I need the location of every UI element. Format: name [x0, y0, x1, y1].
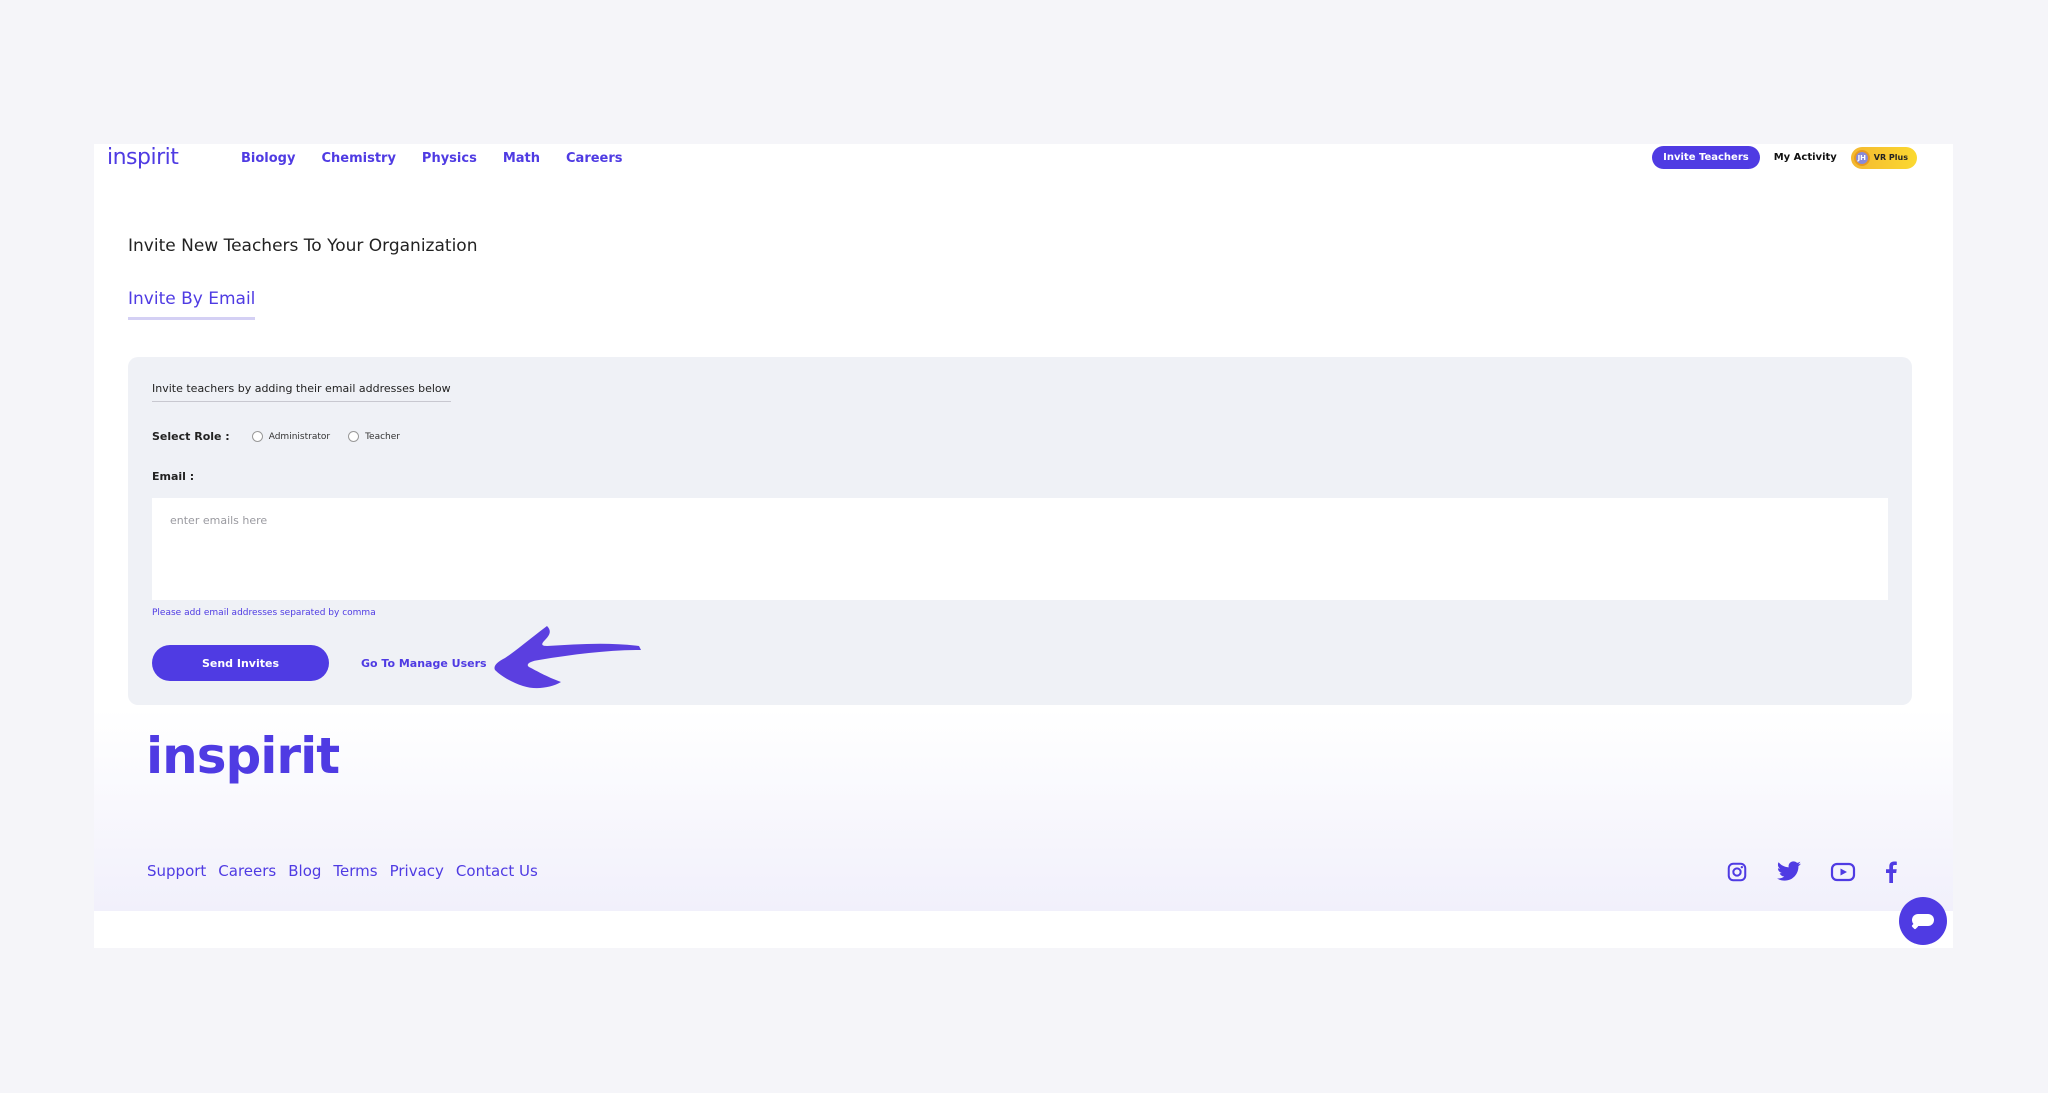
- account-menu[interactable]: JH VR Plus: [1850, 146, 1917, 169]
- chat-button[interactable]: [1899, 897, 1947, 945]
- footer-links: Support Careers Blog Terms Privacy Conta…: [147, 862, 538, 880]
- invite-card: Invite teachers by adding their email ad…: [128, 357, 1912, 705]
- arrow-annotation-icon: [494, 626, 641, 689]
- footer-link-careers[interactable]: Careers: [218, 862, 276, 880]
- radio-administrator[interactable]: Administrator: [251, 431, 331, 442]
- footer-link-contact[interactable]: Contact Us: [456, 862, 538, 880]
- page-title: Invite New Teachers To Your Organization: [128, 236, 478, 256]
- header-actions: Invite Teachers My Activity JH VR Plus: [1652, 146, 1917, 169]
- nav-careers[interactable]: Careers: [566, 151, 623, 166]
- tab-invite-by-email[interactable]: Invite By Email: [128, 289, 256, 320]
- plan-badge: VR Plus: [1873, 153, 1908, 162]
- radio-teacher[interactable]: Teacher: [348, 431, 400, 442]
- role-selector: Select Role : Administrator Teacher: [152, 430, 418, 443]
- radio-circle-icon[interactable]: [251, 431, 263, 442]
- radio-label-administrator: Administrator: [268, 431, 331, 442]
- footer-link-terms[interactable]: Terms: [333, 862, 377, 880]
- email-hint: Please add email addresses separated by …: [152, 608, 376, 618]
- nav-math[interactable]: Math: [503, 151, 540, 166]
- nav-chemistry[interactable]: Chemistry: [321, 151, 395, 166]
- chat-icon: [1911, 914, 1934, 930]
- nav-biology[interactable]: Biology: [241, 151, 295, 166]
- footer-link-blog[interactable]: Blog: [288, 862, 321, 880]
- facebook-icon[interactable]: [1884, 861, 1898, 883]
- footer-link-privacy[interactable]: Privacy: [390, 862, 444, 880]
- footer-link-support[interactable]: Support: [147, 862, 206, 880]
- social-links: [1726, 861, 1898, 883]
- invite-teachers-button[interactable]: Invite Teachers: [1652, 146, 1760, 169]
- manage-users-link[interactable]: Go To Manage Users: [361, 657, 487, 670]
- send-invites-button[interactable]: Send Invites: [152, 645, 329, 681]
- instagram-icon[interactable]: [1726, 861, 1748, 883]
- my-activity-link[interactable]: My Activity: [1774, 152, 1837, 163]
- nav-physics[interactable]: Physics: [422, 151, 477, 166]
- footer-logo[interactable]: inspirit: [146, 727, 340, 785]
- twitter-icon[interactable]: [1776, 861, 1802, 883]
- footer: inspirit Support Careers Blog Terms Priv…: [94, 709, 1953, 911]
- page-container: inspirit Biology Chemistry Physics Math …: [94, 144, 1953, 948]
- role-label: Select Role :: [152, 430, 230, 443]
- main-nav: Biology Chemistry Physics Math Careers: [241, 151, 623, 166]
- radio-label-teacher: Teacher: [365, 431, 400, 442]
- email-field[interactable]: [152, 498, 1888, 600]
- header-logo[interactable]: inspirit: [107, 145, 179, 170]
- email-label: Email :: [152, 470, 195, 483]
- avatar: JH: [1853, 149, 1870, 166]
- radio-circle-icon[interactable]: [348, 431, 360, 442]
- invite-instructions: Invite teachers by adding their email ad…: [152, 382, 451, 402]
- youtube-icon[interactable]: [1830, 861, 1856, 883]
